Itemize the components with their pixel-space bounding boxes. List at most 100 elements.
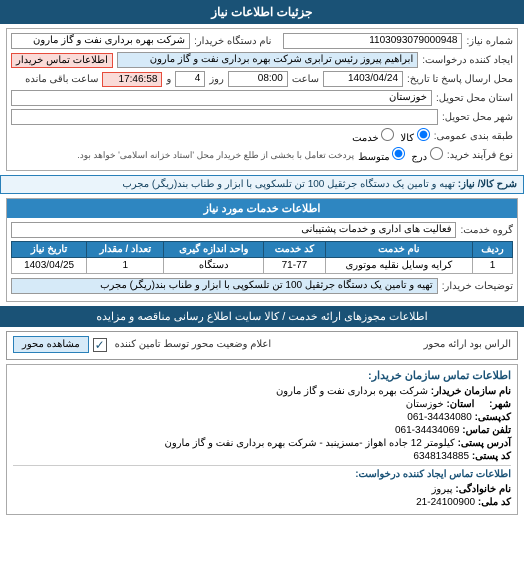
req-code-value: 24100900-21 [416, 497, 475, 508]
contact-address-label: آدرس پستی: [458, 438, 511, 449]
province-row: استان محل تحویل: خوزستان [11, 90, 513, 106]
number-value: 1103093079000948 [283, 33, 462, 49]
days-value: 4 [175, 71, 205, 87]
purchase-note: پردخت تعامل با بخشی از طلع خریدار محل 'ا… [11, 150, 354, 161]
freight-radio-group: کالا خدمت [352, 128, 430, 144]
send-date-label: محل ارسال پاسخ تا تاریخ: [407, 74, 513, 85]
contact-zipcode-value: 6348134885 [413, 451, 469, 462]
contact-phone-row: تلفن تماس: 34434069-061 [13, 425, 511, 436]
contact-link[interactable]: اطلاعات تماس خریدار [11, 53, 113, 68]
purchase-radio-1[interactable] [430, 147, 443, 160]
aelam-label: اعلام وضعیت محور توسط تامین کننده [115, 339, 272, 350]
table-row: 1کرایه وسایل نقلیه موتوری71-77دستگاه1140… [12, 258, 513, 274]
purchase-opt2[interactable]: متوسط [358, 147, 405, 163]
contact-postal-row: کدپستی: 34434080-061 [13, 412, 511, 423]
view-button[interactable]: مشاهده محور [13, 336, 89, 353]
requester-value: ابراهیم پیروز رئیس ترابری شرکت بهره بردا… [117, 52, 418, 68]
td-unit: دستگاه [164, 258, 264, 274]
req-name-label: نام خانوادگی: [455, 484, 511, 495]
freight-kala-radio[interactable] [417, 128, 430, 141]
send-time-value: 08:00 [228, 71, 288, 87]
contact-address-value: کیلومتر 12 جاده اهواز -مسزینبد - شرکت به… [165, 438, 455, 449]
purchase-label: نوع فرآیند خرید: [447, 150, 513, 161]
services-title: اطلاعات خدمات مورد نیاز [7, 199, 517, 218]
header-title: جزئیات اطلاعات نیاز [211, 5, 312, 19]
remaining-label: ساعت باقی مانده [25, 74, 98, 85]
group-label: گروه خدمت: [460, 225, 513, 236]
kala-description: تهیه و تامین یک دستگاه جرثقیل 100 تن تلس… [122, 179, 455, 190]
contact-name-row: نام سازمان خریدار: شرکت بهره برداری نفت … [13, 386, 511, 397]
freight-khadamat-label: خدمت [352, 133, 379, 144]
freight-label: طبقه بندی عمومی: [434, 131, 513, 142]
th-name: نام خدمت [325, 242, 472, 258]
td-date: 1403/04/25 [12, 258, 87, 274]
td-name: کرایه وسایل نقلیه موتوری [325, 258, 472, 274]
desc-value: تهیه و تامین یک دستگاه جرثقیل 100 تن تلس… [11, 278, 438, 294]
contact-name-value: شرکت بهره برداری نفت و گاز مارون [276, 386, 428, 397]
bottom-url-text: اطلاعات مجوزهای ارائه خدمت / کالا سایت ا… [96, 311, 427, 323]
contact-divider [13, 465, 511, 466]
requester-label: ایجاد کننده درخواست: [422, 55, 513, 66]
number-row: شماره نیاز: 1103093079000948 نام دستگاه … [11, 33, 513, 49]
requester-row: ایجاد کننده درخواست: ابراهیم پیروز رئیس … [11, 52, 513, 68]
contact-province-value: خوزستان [406, 399, 444, 410]
contact-city-row: شهر: استان: خوزستان [13, 399, 511, 410]
th-unit: واحد اندازه گیری [164, 242, 264, 258]
date-row: محل ارسال پاسخ تا تاریخ: 1403/04/24 ساعت… [11, 71, 513, 87]
contact-phone-value: 34434069-061 [395, 425, 460, 436]
group-value: فعالیت های اداری و خدمات پشتیبانی [11, 222, 456, 238]
kala-title: شرح کالا/ نیاز: [458, 179, 517, 190]
freight-kala-label: کالا [400, 133, 414, 144]
contact-postal-label: کدپستی: [475, 412, 511, 423]
contact-zipcode-row: کد پستی: 6348134885 [13, 451, 511, 462]
freight-row: طبقه بندی عمومی: کالا خدمت [11, 128, 513, 144]
days-label: روز [209, 74, 224, 85]
supplier-label: نام دستگاه خریدار: [194, 36, 271, 47]
contact-title: اطلاعات تماس سازمان خریدار: [13, 369, 511, 382]
contact-name-label: نام سازمان خریدار: [431, 386, 511, 397]
purchase-row: نوع فرآیند خرید: درج متوسط پردخت تعامل ب… [11, 147, 513, 163]
time-value: 17:46:58 [102, 72, 162, 87]
th-date: تاریخ نیاز [12, 242, 87, 258]
purchase-radio-2[interactable] [392, 147, 405, 160]
city-label: شهر محل تحویل: [442, 112, 513, 123]
desc-label: توضیحات خریدار: [442, 281, 513, 292]
freight-khadamat-radio[interactable] [381, 128, 394, 141]
checkbox-icon: ✓ [95, 338, 105, 352]
req-code-row: کد ملی: 24100900-21 [13, 497, 511, 508]
rasman-checkbox[interactable]: ✓ [93, 338, 107, 352]
freight-kala-option[interactable]: کالا [400, 128, 429, 144]
province-value: خوزستان [11, 90, 432, 106]
bottom-url-bar[interactable]: اطلاعات مجوزهای ارائه خدمت / کالا سایت ا… [0, 306, 524, 327]
purchase-opt1[interactable]: درج [411, 147, 443, 163]
req-name-value: پیروز [432, 484, 453, 495]
contact-postal-value: 34434080-061 [407, 412, 472, 423]
contact-section: اطلاعات تماس سازمان خریدار: نام سازمان خ… [6, 364, 518, 515]
req-name-row: نام خانوادگی: پیروز [13, 484, 511, 495]
purchase-radio-group: درج متوسط [358, 147, 443, 163]
freight-khadamat-option[interactable]: خدمت [352, 128, 394, 144]
td-code: 71-77 [264, 258, 326, 274]
desc-row: توضیحات خریدار: تهیه و تامین یک دستگاه ج… [11, 278, 513, 294]
rasman-box: الراس بود ارائه محور اعلام وضعیت محور تو… [6, 331, 518, 360]
requester-contact-title: اطلاعات تماس ایجاد کننده درخواست: [13, 469, 511, 480]
th-row: ردیف [473, 242, 513, 258]
th-code: کد خدمت [264, 242, 326, 258]
services-section: اطلاعات خدمات مورد نیاز گروه خدمت: فعالی… [6, 198, 518, 302]
info-section: شماره نیاز: 1103093079000948 نام دستگاه … [6, 28, 518, 171]
contact-city-label: شهر: [489, 399, 511, 410]
city-row: شهر محل تحویل: [11, 109, 513, 125]
rasman-label: الراس بود ارائه محور [424, 339, 511, 350]
send-time-label: ساعت [292, 74, 319, 85]
supplier-value: شرکت بهره برداری نفت و گاز مارون [11, 33, 190, 49]
send-date-value: 1403/04/24 [323, 71, 403, 87]
req-code-label: کد ملی: [478, 497, 511, 508]
time-connector: و [166, 74, 171, 85]
th-qty: تعداد / مقدار [87, 242, 164, 258]
province-label: استان محل تحویل: [436, 93, 513, 104]
page-header: جزئیات اطلاعات نیاز [0, 0, 524, 24]
group-row: گروه خدمت: فعالیت های اداری و خدمات پشتی… [11, 222, 513, 238]
table-header-row: ردیف نام خدمت کد خدمت واحد اندازه گیری ت… [12, 242, 513, 258]
kala-desc-box: شرح کالا/ نیاز: تهیه و تامین یک دستگاه ج… [0, 175, 524, 194]
contact-phone-label: تلفن تماس: [462, 425, 511, 436]
